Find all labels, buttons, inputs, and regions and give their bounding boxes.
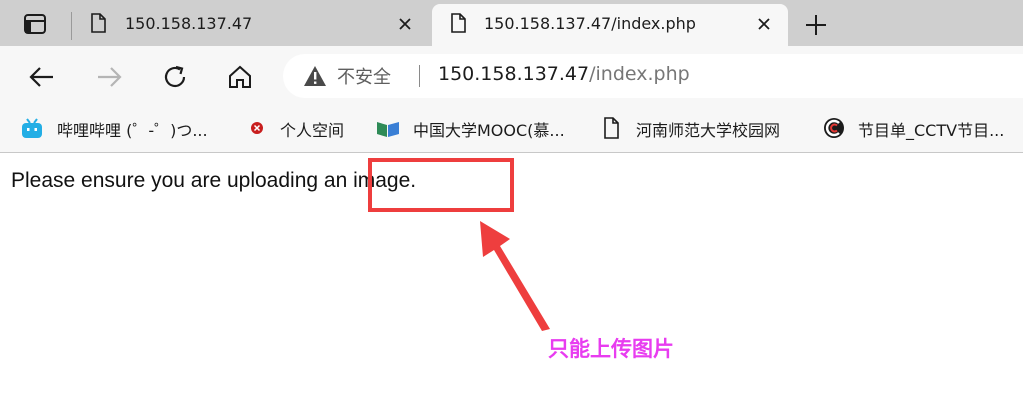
bookmark-henan-normal[interactable]: 河南师范大学校园网 [600,114,805,142]
red-dot-icon [247,117,271,139]
tab-divider [71,12,72,40]
mooc-icon [376,117,400,139]
annotation-arrow [480,221,550,331]
home-icon[interactable] [225,62,255,92]
url-path: /index.php [589,63,690,85]
tab-title: 150.158.137.47 [125,14,253,33]
browser-toolbar: 不安全 150.158.137.47/index.php [0,46,1023,106]
close-icon[interactable] [397,16,413,32]
bookmark-label: 河南师范大学校园网 [636,121,781,140]
url-separator [419,65,420,87]
bookmark-label: 节目单_CCTV节目... [858,121,1005,140]
warning-icon[interactable] [303,65,327,87]
annotation-highlight-box [368,158,514,212]
page-icon [90,13,106,33]
annotation-text: 只能上传图片 [548,337,674,361]
forward-icon[interactable] [94,62,124,92]
url-text[interactable]: 150.158.137.47/index.php [438,63,690,85]
bookmarks-bar: 哔哩哔哩 (゜-゜)つ... 个人空间 中国大学MOOC(慕... 河南师范大学… [0,106,1023,153]
bookmark-label: 个人空间 [280,121,345,140]
bookmark-label: 哔哩哔哩 (゜-゜)つ... [57,121,208,140]
bookmark-bilibili[interactable]: 哔哩哔哩 (゜-゜)つ... [20,114,230,142]
bookmark-personal-space[interactable]: 个人空间 [247,114,359,142]
page-icon [600,117,624,139]
bookmark-cctv[interactable]: 节目单_CCTV节目... [822,114,1017,142]
page-content: Please ensure you are uploading an image… [0,153,1023,402]
security-label[interactable]: 不安全 [337,63,391,89]
tab-strip: 150.158.137.47 150.158.137.47/index.php [0,0,1023,46]
upload-error-message: Please ensure you are uploading an image… [11,169,417,192]
tab-2[interactable]: 150.158.137.47/index.php [432,4,788,46]
back-icon[interactable] [27,62,57,92]
tab-1[interactable]: 150.158.137.47 [78,4,424,46]
tab-actions-icon[interactable] [22,12,48,36]
new-tab-icon[interactable] [803,12,829,38]
refresh-icon[interactable] [160,62,190,92]
bookmark-label: 中国大学MOOC(慕... [413,121,565,140]
address-bar[interactable]: 不安全 150.158.137.47/index.php [283,54,1023,98]
cctv-icon [822,117,846,139]
close-icon[interactable] [756,16,772,32]
tab-title: 150.158.137.47/index.php [484,14,696,33]
bilibili-icon [20,117,44,139]
page-icon [450,13,466,33]
url-host: 150.158.137.47 [438,63,590,85]
bookmark-mooc[interactable]: 中国大学MOOC(慕... [376,114,580,142]
